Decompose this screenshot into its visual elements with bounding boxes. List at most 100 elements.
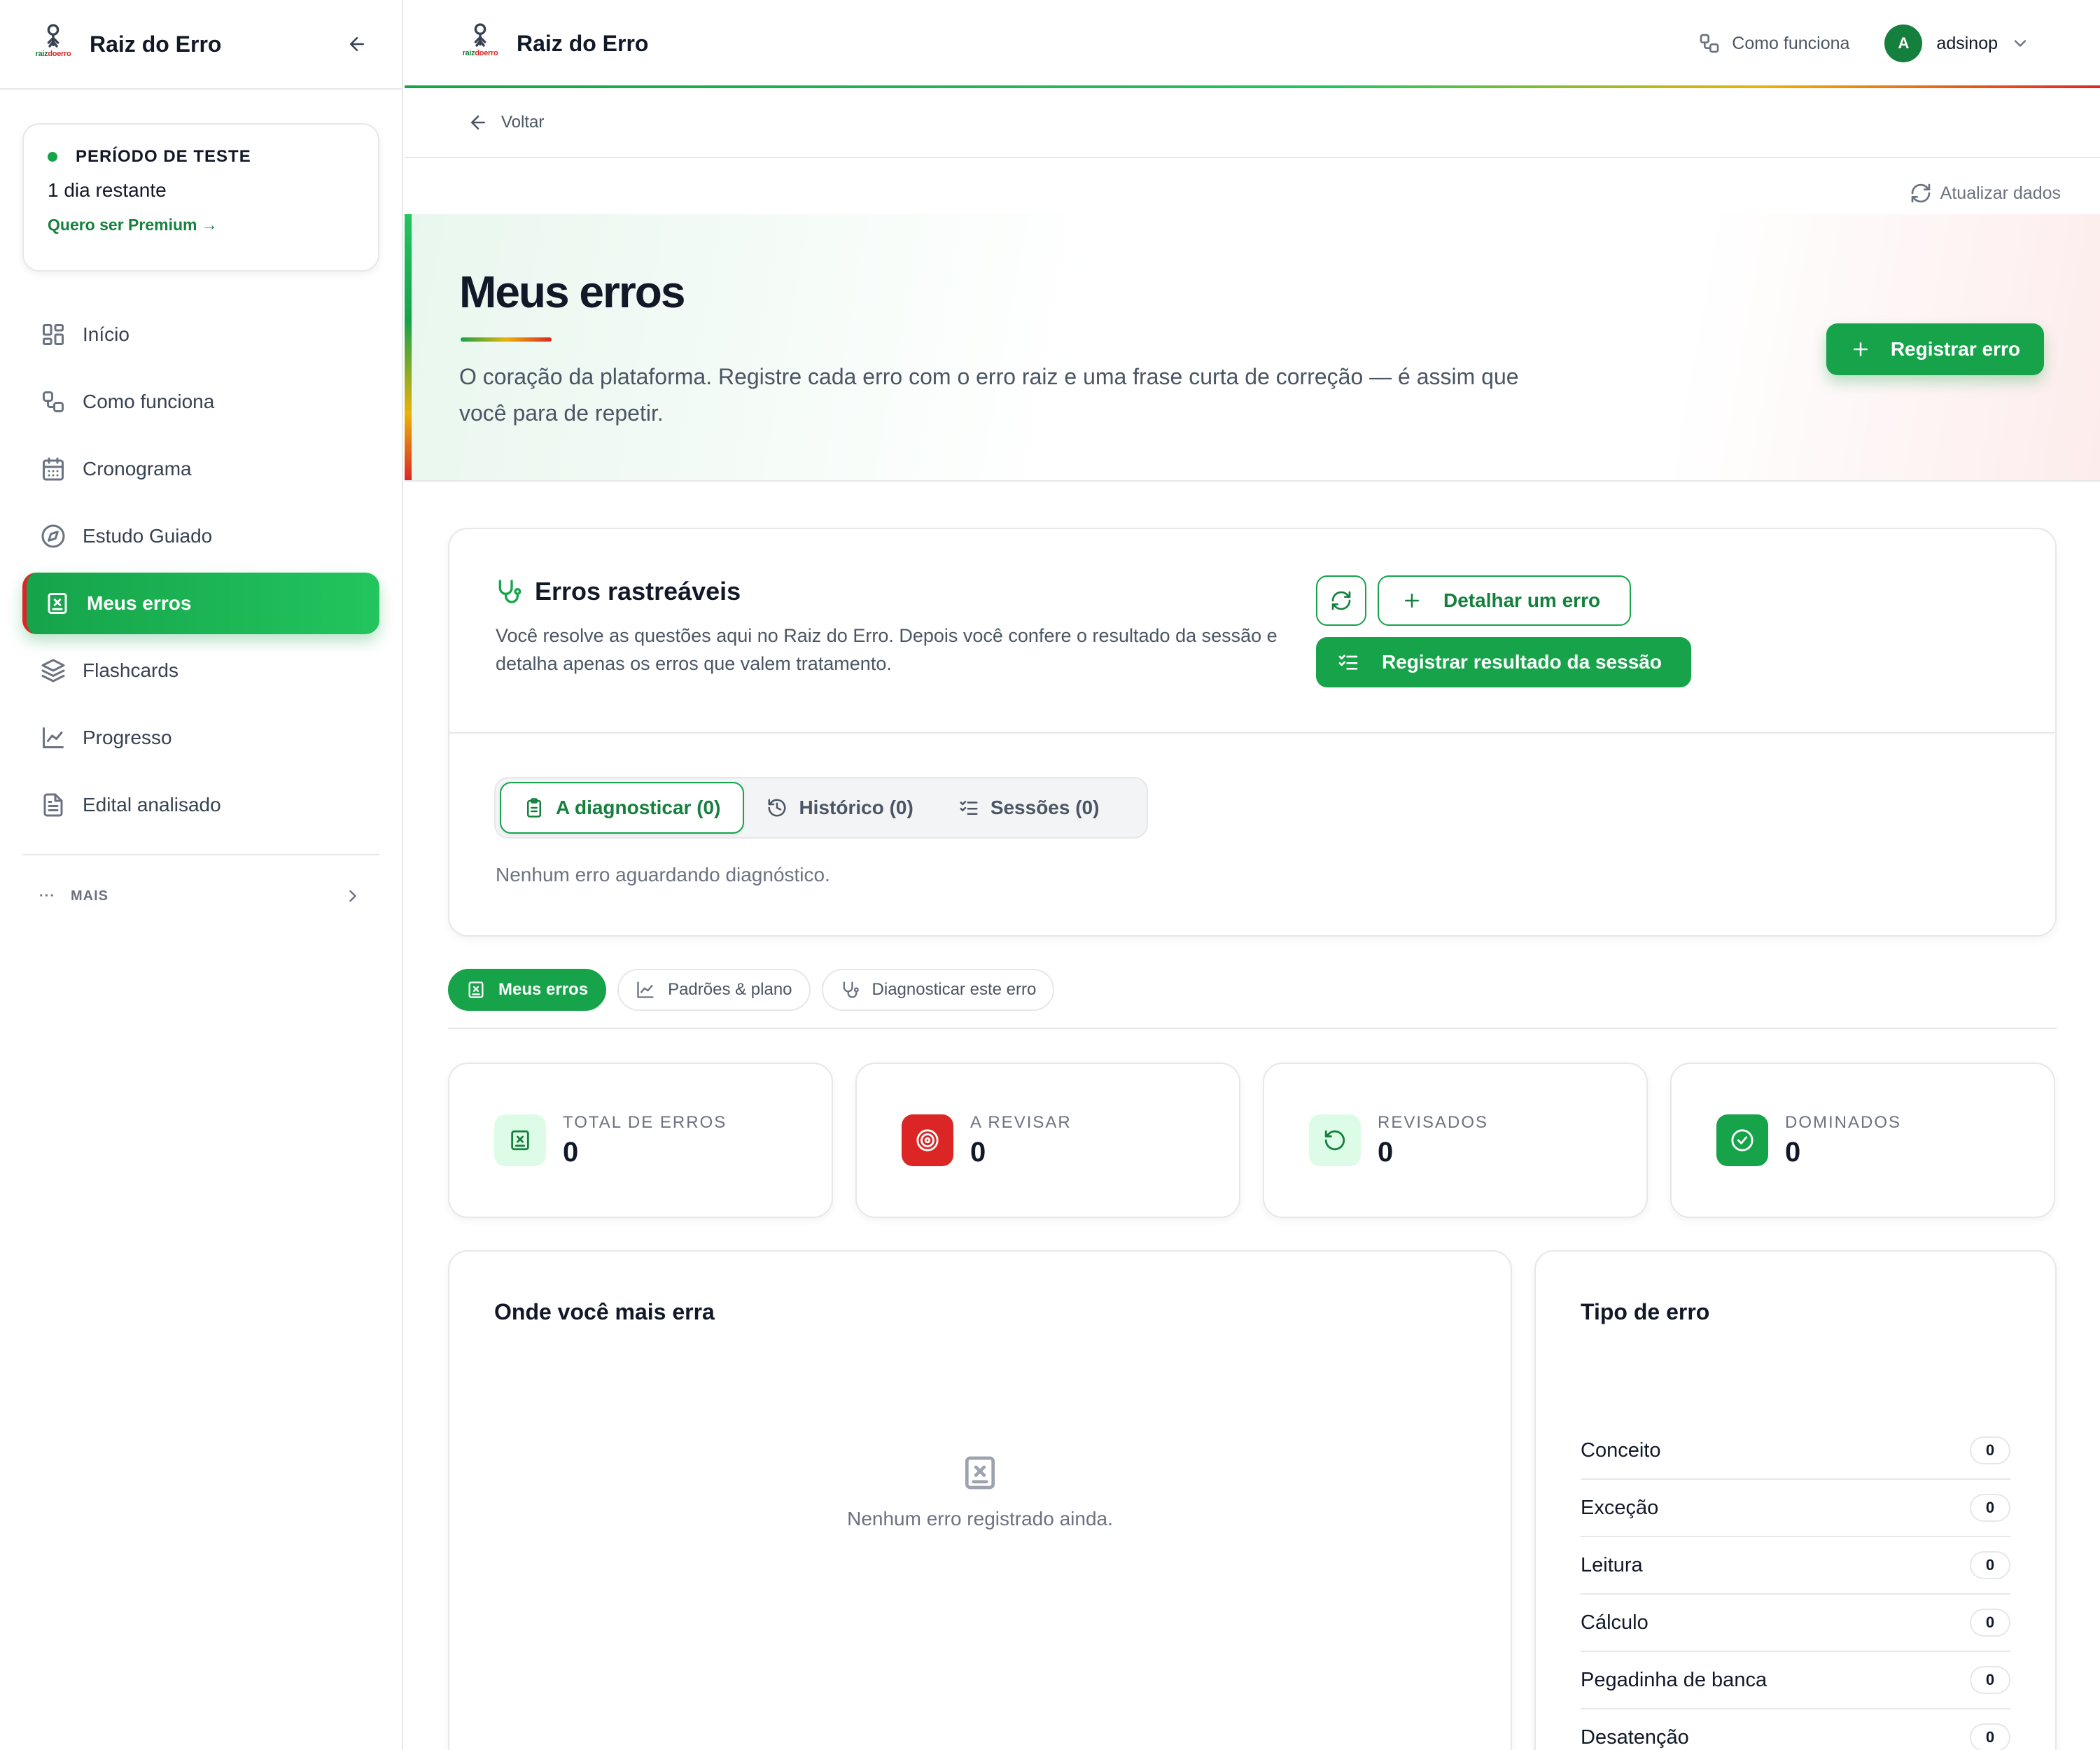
tracking-tabs: A diagnosticar (0) Histórico (0) Sessões… <box>494 777 1148 839</box>
subnav-diagnosticar[interactable]: Diagnosticar este erro <box>821 969 1055 1011</box>
back-link[interactable]: Voltar <box>468 112 544 133</box>
sidebar-item-progresso[interactable]: Progresso <box>22 707 379 769</box>
username[interactable]: adsinop <box>1936 34 1998 54</box>
panel-title: Tipo de erro <box>1581 1299 1710 1324</box>
error-book-icon <box>960 1453 1000 1492</box>
detail-error-button[interactable]: Detalhar um erro <box>1378 575 1631 626</box>
plus-icon <box>1850 339 1871 360</box>
line-chart-icon <box>41 725 66 750</box>
register-session-result-button[interactable]: Registrar resultado da sessão <box>1316 637 1691 687</box>
card-title: Erros rastreáveis <box>535 577 741 606</box>
list-item: Cálculo 0 <box>1581 1595 2010 1652</box>
page-title: Meus erros <box>459 267 685 317</box>
sidebar-item-edital-analisado[interactable]: Edital analisado <box>22 774 379 836</box>
count-badge: 0 <box>1970 1551 2010 1579</box>
tab-historico[interactable]: Histórico (0) <box>744 782 935 834</box>
layers-icon <box>41 658 66 683</box>
sidebar-nav: Início Como funciona Cronograma Estudo G… <box>22 304 379 841</box>
tab-a-diagnosticar[interactable]: A diagnosticar (0) <box>500 782 745 834</box>
sidebar-more-toggle[interactable]: ··· MAIS <box>39 886 363 906</box>
trial-card: PERÍODO DE TESTE 1 dia restante Quero se… <box>22 123 379 272</box>
list-item: Desatenção 0 <box>1581 1709 2010 1750</box>
stat-card-total: TOTAL DE ERROS 0 <box>448 1063 833 1218</box>
card-description: Você resolve as questões aqui no Raiz do… <box>496 625 1278 674</box>
premium-link[interactable]: Quero ser Premium → <box>48 216 218 234</box>
workflow-icon <box>1698 32 1721 55</box>
stethoscope-icon <box>494 578 522 606</box>
plus-icon <box>1401 590 1422 611</box>
page-description: O coração da plataforma. Registre cada e… <box>459 364 1519 426</box>
stat-card-a-revisar: A REVISAR 0 <box>855 1063 1240 1218</box>
app-name: Raiz do Erro <box>90 31 222 57</box>
count-badge: 0 <box>1970 1666 2010 1694</box>
refresh-button[interactable] <box>1316 575 1366 626</box>
sidebar-divider <box>22 854 379 855</box>
error-book-icon <box>466 980 486 1000</box>
stethoscope-icon <box>840 980 860 1000</box>
sidebar-item-meus-erros[interactable]: Meus erros <box>22 573 379 634</box>
header-logo[interactable]: raizdoerro <box>458 21 503 66</box>
how-it-works-link[interactable]: Como funciona <box>1698 32 1849 55</box>
stat-value: 0 <box>970 1136 986 1168</box>
stat-value: 0 <box>563 1136 579 1168</box>
chevron-down-icon[interactable] <box>2010 34 2030 53</box>
error-book-icon <box>45 591 70 616</box>
hero: Meus erros O coração da plataforma. Regi… <box>405 214 2100 482</box>
error-type-panel: Tipo de erro Conceito 0 Exceção 0 Leitura 0… <box>1534 1250 2057 1750</box>
sidebar: raizdoerro Raiz do Erro PERÍODO DE TESTE… <box>0 0 403 1750</box>
subnav-meus-erros[interactable]: Meus erros <box>448 969 607 1011</box>
subnav-padroes-plano[interactable]: Padrões & plano <box>617 969 811 1011</box>
target-icon <box>902 1114 953 1166</box>
document-icon <box>41 792 66 818</box>
grid-icon <box>41 322 66 347</box>
clipboard-icon <box>524 797 545 818</box>
sidebar-item-cronograma[interactable]: Cronograma <box>22 438 379 500</box>
sidebar-item-como-funciona[interactable]: Como funciona <box>22 371 379 433</box>
trial-status-dot <box>48 152 57 162</box>
stat-value: 0 <box>1378 1136 1394 1168</box>
checklist-icon <box>958 797 979 818</box>
collapse-sidebar-button[interactable] <box>343 30 371 58</box>
empty-state-message: Nenhum erro registrado ainda. <box>847 1508 1113 1530</box>
arrow-left-icon <box>468 112 489 133</box>
back-bar: Voltar <box>405 88 2100 158</box>
header-app-name: Raiz do Erro <box>517 30 649 56</box>
list-item: Pegadinha de banca 0 <box>1581 1652 2010 1709</box>
stat-card-dominados: DOMINADOS 0 <box>1670 1063 2055 1218</box>
count-badge: 0 <box>1970 1609 2010 1637</box>
rotate-icon <box>1309 1114 1361 1166</box>
avatar[interactable]: A <box>1884 24 1923 62</box>
sidebar-item-inicio[interactable]: Início <box>22 304 379 365</box>
register-error-button[interactable]: Registrar erro <box>1826 323 2044 375</box>
refresh-icon <box>1330 589 1352 612</box>
list-item: Leitura 0 <box>1581 1537 2010 1595</box>
count-badge: 0 <box>1970 1494 2010 1522</box>
history-icon <box>766 797 788 818</box>
tab-sessoes[interactable]: Sessões (0) <box>936 782 1122 834</box>
sidebar-header: raizdoerro Raiz do Erro <box>0 0 402 90</box>
compass-icon <box>41 524 66 549</box>
sidebar-item-estudo-guiado[interactable]: Estudo Guiado <box>22 505 379 567</box>
check-circle-icon <box>1716 1114 1768 1166</box>
app-logo[interactable]: raizdoerro <box>31 22 76 66</box>
list-item: Conceito 0 <box>1581 1422 2010 1480</box>
logo-tree-icon <box>39 22 67 50</box>
refresh-data-link[interactable]: Atualizar dados <box>1910 182 2061 204</box>
section-subnav: Meus erros Padrões & plano Diagnosticar … <box>448 969 2057 1029</box>
calendar-icon <box>41 456 66 482</box>
chevron-right-icon <box>343 886 363 906</box>
refresh-icon <box>1910 182 1932 204</box>
error-book-icon <box>494 1114 546 1166</box>
count-badge: 0 <box>1970 1723 2010 1750</box>
trackable-errors-card: Erros rastreáveis Você resolve as questõ… <box>448 528 2057 937</box>
logo-tree-icon <box>466 21 494 49</box>
arrow-left-icon <box>346 34 368 55</box>
error-type-list: Conceito 0 Exceção 0 Leitura 0 Cálculo 0 Peg… <box>1581 1422 2010 1750</box>
sidebar-item-flashcards[interactable]: Flashcards <box>22 640 379 701</box>
title-underline <box>461 337 552 342</box>
stat-card-revisados: REVISADOS 0 <box>1263 1063 1648 1218</box>
line-chart-icon <box>636 980 655 1000</box>
hero-accent-bar <box>405 214 412 480</box>
more-dots-icon: ··· <box>39 888 55 904</box>
checklist-icon <box>1337 651 1359 673</box>
